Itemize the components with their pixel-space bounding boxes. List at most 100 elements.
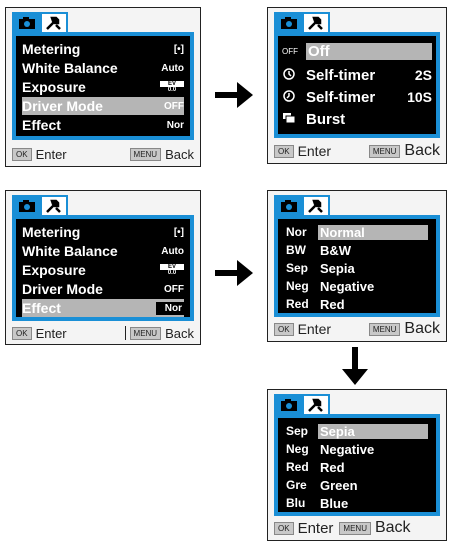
driver-mode-panel: OFF Off Self-timer 2S Self-timer 10S Bur…	[267, 7, 447, 164]
menu-row-label: Metering	[22, 41, 81, 57]
menu-row-label: White Balance	[22, 243, 118, 259]
camera-icon	[281, 17, 297, 29]
exposure-value: EV 0.0	[160, 81, 184, 93]
back-button[interactable]: Back	[404, 142, 440, 160]
option-code: Red	[286, 460, 309, 474]
effect-panel-2: Sep Sepia Neg Negative Red Red Gre Green…	[267, 389, 447, 541]
menu-row-driver-mode[interactable]: Driver Mode OFF	[22, 280, 184, 298]
option-name: Red	[320, 459, 345, 475]
camera-icon	[19, 17, 35, 29]
menu-row-driver-mode[interactable]: Driver Mode OFF	[22, 97, 184, 115]
option-code: Neg	[286, 279, 309, 293]
menu-row-white-balance[interactable]: White Balance Auto	[22, 59, 184, 77]
ok-key: OK	[274, 322, 294, 336]
camera-tab[interactable]	[274, 195, 304, 215]
menu-screen: Metering [•] White Balance Auto Exposure…	[16, 219, 190, 317]
effect-option-negative[interactable]: Neg Negative	[286, 277, 428, 295]
menu-row-label: White Balance	[22, 60, 118, 76]
option-name: Sepia	[320, 260, 355, 276]
menu-row-exposure[interactable]: Exposure EV 0.0	[22, 261, 184, 279]
option-name: Normal	[318, 224, 428, 240]
menu-screen: Sep Sepia Neg Negative Red Red Gre Green…	[278, 418, 436, 512]
option-self-timer-10s[interactable]: Self-timer 10S	[282, 88, 432, 106]
option-self-timer-2s[interactable]: Self-timer 2S	[282, 66, 432, 84]
option-off[interactable]: OFF Off	[282, 42, 432, 60]
camera-icon	[281, 399, 297, 411]
settings-tab[interactable]	[302, 195, 330, 215]
metering-value: [•]	[173, 226, 184, 238]
camera-icon	[281, 200, 297, 212]
effect-option-normal[interactable]: Nor Normal	[286, 223, 428, 241]
menu-row-metering[interactable]: Metering [•]	[22, 223, 184, 241]
back-button[interactable]: Back	[375, 519, 411, 537]
option-code: Sep	[286, 261, 309, 275]
menu-row-effect[interactable]: Effect Nor	[22, 299, 184, 317]
option-name: Green	[320, 477, 358, 493]
option-name: Blue	[320, 495, 349, 511]
enter-button[interactable]: Enter	[36, 147, 67, 162]
effect-option-sepia[interactable]: Sep Sepia	[286, 422, 428, 440]
settings-tab[interactable]	[40, 195, 68, 215]
menu-row-exposure[interactable]: Exposure EV 0.0	[22, 78, 184, 96]
effect-option-bw[interactable]: BW B&W	[286, 241, 428, 259]
menu-row-label: Effect	[22, 117, 61, 133]
menu-row-white-balance[interactable]: White Balance Auto	[22, 242, 184, 260]
camera-tab[interactable]	[274, 12, 304, 32]
ok-key: OK	[12, 326, 32, 340]
option-code: Sep	[286, 424, 309, 438]
camera-tab[interactable]	[274, 394, 304, 414]
option-burst[interactable]: Burst	[282, 110, 432, 128]
option-label: Self-timer	[306, 66, 376, 84]
menu-row-metering[interactable]: Metering [•]	[22, 40, 184, 58]
settings-tab[interactable]	[40, 12, 68, 32]
arrow-right-icon	[215, 260, 253, 286]
menu-row-label: Driver Mode	[22, 98, 103, 114]
enter-button[interactable]: Enter	[298, 321, 331, 337]
option-name: Negative	[320, 441, 375, 457]
wrench-icon	[308, 398, 323, 412]
effect-option-green[interactable]: Gre Green	[286, 476, 428, 494]
effect-option-negative[interactable]: Neg Negative	[286, 440, 428, 458]
exposure-value: EV 0.0	[160, 264, 184, 276]
camera-tab[interactable]	[12, 195, 42, 215]
metering-value: [•]	[173, 43, 184, 55]
effect-value: Nor	[156, 301, 184, 315]
enter-button[interactable]: Enter	[298, 520, 334, 537]
option-code: Blu	[286, 496, 306, 510]
back-button[interactable]: Back	[165, 326, 194, 341]
option-label: Off	[306, 42, 432, 60]
menu-key: MENU	[368, 322, 401, 336]
driver-mode-value: OFF	[164, 100, 184, 112]
ok-key: OK	[274, 144, 294, 158]
effect-option-sepia[interactable]: Sep Sepia	[286, 259, 428, 277]
menu-screen: Metering [•] White Balance Auto Exposure…	[16, 36, 190, 136]
enter-button[interactable]: Enter	[298, 143, 331, 159]
back-button[interactable]: Back	[404, 320, 440, 338]
menu-key: MENU	[339, 521, 371, 535]
option-name: Negative	[320, 278, 375, 294]
timer-2s-icon	[283, 67, 295, 80]
option-name: Sepia	[318, 423, 428, 439]
enter-button[interactable]: Enter	[36, 326, 67, 341]
menu-row-label: Effect	[22, 300, 61, 316]
menu-key: MENU	[129, 147, 162, 161]
option-code: Neg	[286, 442, 309, 456]
effect-option-red[interactable]: Red Red	[286, 295, 428, 313]
menu-key: MENU	[129, 326, 162, 340]
settings-tab[interactable]	[302, 12, 330, 32]
effect-option-blue[interactable]: Blu Blue	[286, 494, 428, 512]
effect-panel-1: Nor Normal BW B&W Sep Sepia Neg Negative…	[267, 190, 447, 342]
menu-row-label: Exposure	[22, 79, 86, 95]
ok-key: OK	[12, 147, 32, 161]
camera-tab[interactable]	[12, 12, 42, 32]
divider	[124, 326, 126, 340]
option-label: Self-timer	[306, 88, 376, 106]
menu-row-effect[interactable]: Effect Nor	[22, 116, 184, 134]
effect-option-red[interactable]: Red Red	[286, 458, 428, 476]
menu-row-label: Driver Mode	[22, 281, 103, 297]
settings-tab[interactable]	[302, 394, 330, 414]
arrow-down-icon	[342, 347, 368, 385]
option-label: Burst	[306, 110, 346, 128]
option-code: Gre	[286, 478, 307, 492]
back-button[interactable]: Back	[165, 147, 194, 162]
